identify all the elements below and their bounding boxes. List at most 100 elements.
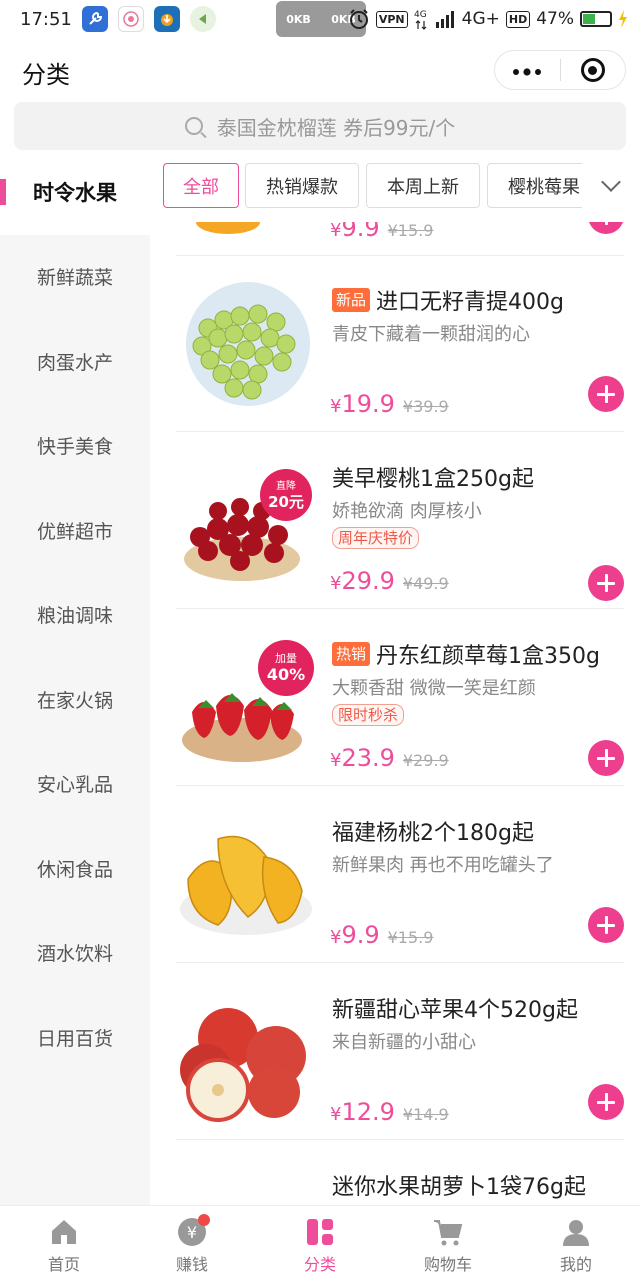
tab-home[interactable]: 首页 bbox=[0, 1206, 128, 1280]
user-icon bbox=[563, 1220, 589, 1246]
orange-image bbox=[196, 222, 260, 234]
product-name: 美早樱桃1盒250g起 bbox=[332, 467, 534, 492]
add-to-cart-button[interactable] bbox=[588, 740, 624, 776]
filter-tab-new[interactable]: 本周上新 bbox=[366, 163, 480, 208]
product-desc: 来自新疆的小甜心 bbox=[332, 1032, 476, 1053]
product-desc: 青皮下藏着一颗甜润的心 bbox=[332, 324, 530, 345]
sidebar-item-grain-oil[interactable]: 粮油调味 bbox=[0, 573, 150, 658]
expand-filters-button[interactable] bbox=[582, 150, 640, 222]
chevron-down-icon bbox=[601, 172, 621, 192]
alarm-icon bbox=[349, 9, 368, 29]
sidebar-item-dairy[interactable]: 安心乳品 bbox=[0, 742, 150, 827]
tab-mine[interactable]: 我的 bbox=[512, 1206, 640, 1280]
sidebar-item-label: 酒水饮料 bbox=[36, 943, 113, 966]
status-right: VPN 4G 4G+ HD 47% bbox=[348, 0, 628, 38]
discount-label-bottom: 20元 bbox=[268, 493, 304, 511]
vpn-icon: VPN bbox=[375, 10, 408, 28]
product-tag: 新品 bbox=[332, 288, 371, 312]
promo-label-top: 加量 bbox=[275, 652, 297, 665]
more-button[interactable] bbox=[495, 60, 560, 80]
price-value: 9.9 bbox=[341, 222, 380, 242]
sidebar-item-label: 时令水果 bbox=[33, 181, 117, 206]
currency-symbol: ¥ bbox=[330, 573, 342, 594]
sidebar-item-vegetables[interactable]: 新鲜蔬菜 bbox=[0, 235, 150, 320]
sidebar-item-quick-meals[interactable]: 快手美食 bbox=[0, 404, 150, 489]
svg-text:4G: 4G bbox=[414, 10, 427, 20]
status-time: 17:51 bbox=[20, 8, 72, 30]
notification-dot bbox=[198, 1214, 210, 1226]
product-price: ¥12.9 ¥14.9 bbox=[330, 1098, 449, 1126]
add-to-cart-button[interactable] bbox=[588, 222, 624, 234]
sidebar-item-label: 新鲜蔬菜 bbox=[36, 267, 113, 290]
product-title: 进口无籽青提400g bbox=[376, 290, 564, 315]
sidebar-item-seasonal-fruit[interactable]: 时令水果 bbox=[0, 150, 150, 235]
original-price: ¥15.9 bbox=[387, 928, 434, 947]
product-card[interactable]: 新品 进口无籽青提400g 青皮下藏着一颗甜润的心 ¥19.9 ¥39.9 bbox=[176, 256, 624, 432]
apples-image bbox=[180, 1008, 306, 1122]
charging-icon bbox=[619, 10, 627, 28]
product-card[interactable]: 加量 40% 热销 丹东红颜草莓1盒350g 大颗香甜 微微一笑是红颜 限时秒杀 … bbox=[176, 610, 624, 786]
add-to-cart-button[interactable] bbox=[588, 1084, 624, 1120]
discount-label-top: 直降 bbox=[276, 479, 296, 492]
tab-earn[interactable]: ¥ 赚钱 bbox=[128, 1206, 256, 1280]
bottom-tab-bar: 首页 ¥ 赚钱 分类 购物车 我的 bbox=[0, 1205, 640, 1280]
currency-symbol: ¥ bbox=[330, 222, 342, 241]
product-card[interactable]: ¥9.9 ¥15.9 bbox=[176, 222, 624, 256]
product-name: 福建杨桃2个180g起 bbox=[332, 821, 534, 846]
original-price: ¥15.9 bbox=[387, 222, 434, 240]
currency-symbol: ¥ bbox=[330, 750, 342, 771]
filter-tab-hot[interactable]: 热销爆款 bbox=[245, 163, 359, 208]
currency-symbol: ¥ bbox=[330, 1104, 342, 1125]
download-app-icon bbox=[153, 6, 180, 32]
product-price: ¥23.9 ¥29.9 bbox=[330, 744, 449, 772]
sidebar-item-daily-goods[interactable]: 日用百货 bbox=[0, 995, 150, 1080]
tab-cart[interactable]: 购物车 bbox=[384, 1206, 512, 1280]
product-list: ¥9.9 ¥15.9 新品 进口无籽青提400g 青皮下藏着一颗甜润的心 ¥19.9… bbox=[150, 222, 640, 1205]
signal-icon bbox=[435, 11, 454, 28]
product-card[interactable]: 新疆甜心苹果4个520g起 来自新疆的小甜心 ¥12.9 ¥14.9 bbox=[176, 964, 624, 1140]
sidebar-item-drinks[interactable]: 酒水饮料 bbox=[0, 911, 150, 996]
miniprogram-capsule bbox=[494, 50, 626, 90]
close-miniprogram-button[interactable] bbox=[561, 58, 626, 82]
add-to-cart-button[interactable] bbox=[588, 565, 624, 601]
add-to-cart-button[interactable] bbox=[588, 376, 624, 412]
tab-label: 赚钱 bbox=[175, 1255, 208, 1274]
product-card[interactable]: 直降 20元 美早樱桃1盒250g起 娇艳欲滴 肉厚核小 周年庆特价 ¥29.9… bbox=[176, 433, 624, 609]
category-grid-icon bbox=[307, 1219, 333, 1245]
sidebar-item-snacks[interactable]: 休闲食品 bbox=[0, 826, 150, 911]
battery-icon bbox=[580, 11, 612, 27]
sidebar-item-meat-seafood[interactable]: 肉蛋水产 bbox=[0, 319, 150, 404]
data-arrows-icon: 4G bbox=[414, 10, 427, 30]
sidebar-item-label: 快手美食 bbox=[36, 436, 113, 459]
sidebar-item-supermarket[interactable]: 优鲜超市 bbox=[0, 488, 150, 573]
strawberries-image: 加量 40% bbox=[182, 640, 314, 762]
product-title: 丹东红颜草莓1盒350g bbox=[376, 644, 600, 669]
filter-tabs: 全部 热销爆款 本周上新 樱桃莓果 bbox=[150, 150, 640, 222]
battery-fill bbox=[583, 14, 595, 24]
search-placeholder: 泰国金枕榴莲 券后99元/个 bbox=[216, 115, 456, 140]
carrots-image bbox=[178, 1163, 314, 1205]
filter-tab-all[interactable]: 全部 bbox=[163, 163, 239, 208]
price-value: 29.9 bbox=[341, 567, 395, 595]
speed-left: 0KB bbox=[286, 12, 311, 26]
original-price: ¥29.9 bbox=[402, 751, 449, 770]
tab-category[interactable]: 分类 bbox=[256, 1206, 384, 1280]
cherries-image: 直降 20元 bbox=[184, 469, 312, 581]
sidebar-item-label: 肉蛋水产 bbox=[36, 351, 113, 374]
add-to-cart-button[interactable] bbox=[588, 907, 624, 943]
price-value: 9.9 bbox=[341, 921, 380, 949]
product-price: ¥29.9 ¥49.9 bbox=[330, 567, 449, 595]
category-sidebar: 时令水果 新鲜蔬菜 肉蛋水产 快手美食 优鲜超市 粮油调味 在家火锅 安心乳品 … bbox=[0, 150, 150, 1205]
sidebar-item-label: 安心乳品 bbox=[36, 774, 113, 797]
promo-badge: 周年庆特价 bbox=[332, 527, 420, 549]
sidebar-item-hotpot[interactable]: 在家火锅 bbox=[0, 657, 150, 742]
search-bar[interactable]: 泰国金枕榴莲 券后99元/个 bbox=[14, 102, 626, 150]
more-dots-icon bbox=[513, 68, 542, 76]
status-bar: 17:51 0KB 0KB VPN 4G 4G+ HD 47% bbox=[0, 0, 640, 38]
tab-label: 我的 bbox=[559, 1255, 592, 1274]
product-card[interactable]: 福建杨桃2个180g起 新鲜果肉 再也不用吃罐头了 ¥9.9 ¥15.9 bbox=[176, 787, 624, 963]
product-card[interactable]: 迷你水果胡萝卜1袋76g起 bbox=[176, 1141, 624, 1205]
search-icon bbox=[184, 117, 203, 135]
target-icon bbox=[580, 58, 605, 82]
svg-text:¥: ¥ bbox=[187, 1223, 197, 1242]
